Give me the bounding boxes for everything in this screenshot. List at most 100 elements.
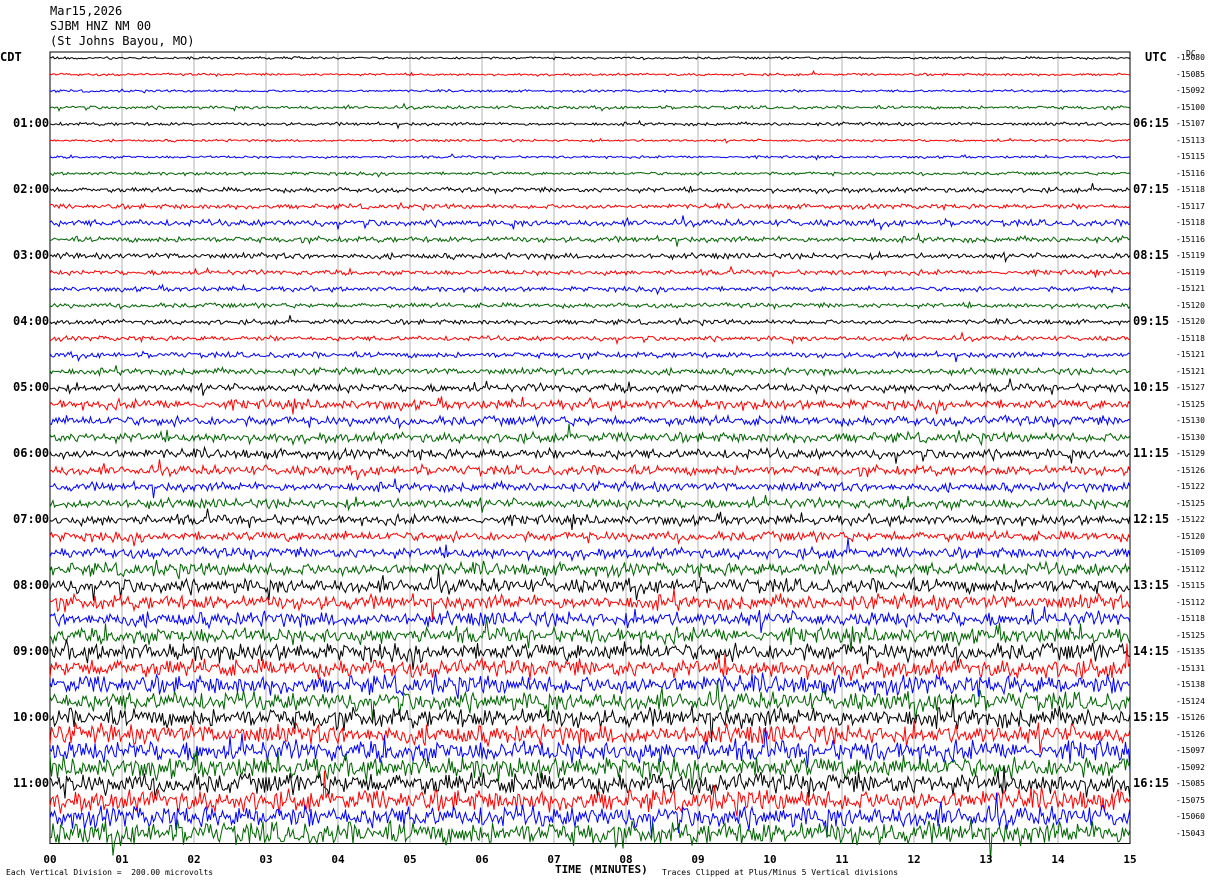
dc-offset-label: -15085 — [1176, 69, 1205, 79]
dc-offset-label: -15120 — [1176, 531, 1205, 541]
dc-offset-label: -15097 — [1176, 746, 1205, 755]
right-time-label: 16:15 — [1133, 776, 1170, 790]
left-time-label: 05:00 — [13, 380, 50, 394]
x-tick-label: 10 — [763, 853, 777, 866]
x-tick-label: 12 — [907, 853, 921, 866]
x-tick-label: 09 — [691, 853, 705, 866]
dc-offset-label: -15121 — [1176, 350, 1205, 359]
dc-offset-label: -15125 — [1176, 630, 1205, 640]
dc-offset-label: -15115 — [1176, 581, 1205, 590]
dc-offset-label: -15043 — [1176, 828, 1205, 838]
trace-row-19 — [49, 365, 1131, 378]
trace-row-5 — [49, 137, 1131, 144]
dc-offset-label: -15109 — [1176, 548, 1205, 557]
dc-offset-label: -15124 — [1176, 696, 1205, 706]
dc-offset-label: -15129 — [1176, 449, 1205, 458]
trace-row-32 — [49, 569, 1131, 601]
dc-offset-label: -15116 — [1176, 234, 1205, 244]
trace-row-34 — [49, 606, 1131, 633]
x-tick-label: 15 — [1123, 853, 1137, 866]
dc-offset-label: -15126 — [1176, 465, 1205, 475]
right-time-label: 14:15 — [1133, 644, 1170, 658]
right-time-label: 12:15 — [1133, 512, 1170, 526]
trace-row-14 — [49, 283, 1131, 296]
trace-row-13 — [49, 265, 1131, 279]
trace-row-22 — [49, 413, 1131, 430]
dc-offset-label: -15115 — [1176, 152, 1205, 161]
dc-offset-label: -15120 — [1176, 300, 1205, 310]
x-tick-label: 01 — [115, 853, 129, 866]
dc-offset-label: -15138 — [1176, 680, 1205, 689]
trace-row-27 — [49, 495, 1131, 513]
dc-offset-label: -15112 — [1176, 564, 1205, 574]
x-tick-label: 11 — [835, 853, 849, 866]
dc-offset-label: -15119 — [1176, 251, 1205, 260]
dc-offset-label: -15131 — [1176, 663, 1205, 673]
trace-row-10 — [49, 215, 1131, 231]
x-tick-label: 06 — [475, 853, 489, 866]
dc-offset-label: -15121 — [1176, 284, 1205, 293]
left-time-label: 03:00 — [13, 248, 50, 262]
x-tick-label: 00 — [43, 853, 57, 866]
dc-offset-label: -15100 — [1176, 102, 1205, 112]
dc-offset-label: -15085 — [1176, 779, 1205, 788]
x-axis-label: TIME (MINUTES) — [555, 863, 648, 876]
dc-offset-label: -15130 — [1176, 416, 1205, 425]
trace-row-15 — [49, 301, 1131, 311]
left-time-label: 04:00 — [13, 314, 50, 328]
right-time-label: 09:15 — [1133, 314, 1170, 328]
x-tick-label: 02 — [187, 853, 201, 866]
trace-row-2 — [49, 88, 1131, 94]
dc-offset-label: -15092 — [1176, 86, 1205, 95]
dc-offset-label: -15127 — [1176, 383, 1205, 392]
x-tick-label: 03 — [259, 853, 273, 866]
trace-row-8 — [49, 183, 1131, 195]
dc-offset-label: -15113 — [1176, 135, 1205, 145]
trace-row-1 — [49, 69, 1131, 77]
trace-row-47 — [49, 819, 1131, 862]
trace-row-0 — [49, 55, 1131, 61]
left-time-label: 01:00 — [13, 116, 50, 130]
trace-row-38 — [49, 671, 1131, 699]
trace-row-12 — [49, 250, 1131, 264]
trace-row-31 — [49, 559, 1131, 580]
dc-offset-label: -15060 — [1176, 812, 1205, 821]
dc-offset-label: -15126 — [1176, 729, 1205, 739]
dc-offset-label: -15122 — [1176, 482, 1205, 491]
left-time-label: 10:00 — [13, 710, 50, 724]
dc-offset-label: -15121 — [1176, 366, 1205, 376]
dc-offset-label: -15125 — [1176, 399, 1205, 409]
trace-row-16 — [49, 315, 1131, 327]
right-time-label: 13:15 — [1133, 578, 1170, 592]
trace-row-3 — [49, 102, 1131, 112]
dc-offset-label: -15135 — [1176, 647, 1205, 656]
dc-offset-label: -15107 — [1176, 119, 1205, 128]
trace-row-29 — [49, 529, 1131, 547]
dc-offset-label: -15080 — [1176, 53, 1205, 62]
dc-offset-label: -15118 — [1176, 614, 1205, 623]
right-time-label: 08:15 — [1133, 248, 1170, 262]
left-time-label: 09:00 — [13, 644, 50, 658]
right-time-label: 07:15 — [1133, 182, 1170, 196]
trace-row-7 — [49, 170, 1131, 178]
left-time-label: 07:00 — [13, 512, 50, 526]
helicorder-plot — [49, 51, 1131, 862]
x-tick-label: 13 — [979, 853, 993, 866]
dc-offset-label: -15118 — [1176, 333, 1205, 343]
dc-offset-label: -15120 — [1176, 317, 1205, 326]
trace-row-20 — [49, 378, 1131, 396]
dc-offset-label: -15116 — [1176, 168, 1205, 178]
trace-row-44 — [49, 767, 1131, 799]
trace-row-4 — [49, 119, 1131, 130]
trace-row-37 — [49, 643, 1131, 681]
dc-offset-label: -15125 — [1176, 498, 1205, 508]
x-tick-label: 14 — [1051, 853, 1065, 866]
left-time-label: 11:00 — [13, 776, 50, 790]
x-tick-label: 04 — [331, 853, 345, 866]
trace-row-24 — [49, 445, 1131, 464]
dc-offset-label: -15122 — [1176, 515, 1205, 524]
left-time-label: 02:00 — [13, 182, 50, 196]
right-time-label: 11:15 — [1133, 446, 1170, 460]
trace-row-6 — [49, 153, 1131, 161]
right-time-label: 15:15 — [1133, 710, 1170, 724]
